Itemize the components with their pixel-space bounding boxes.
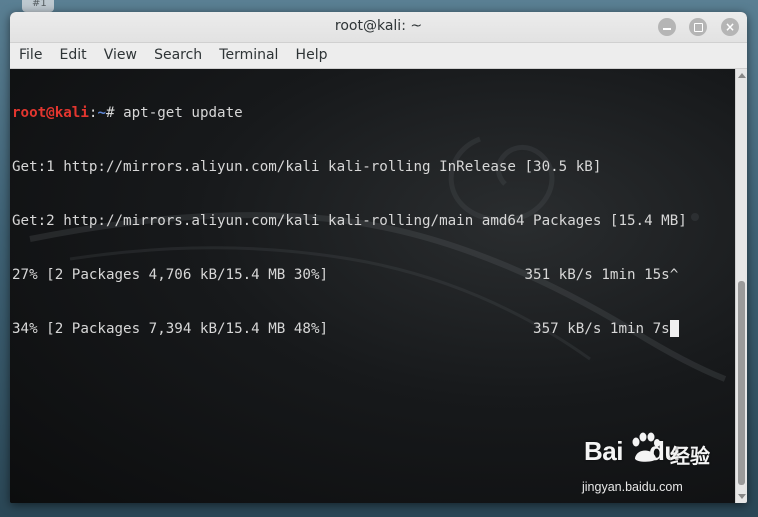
menu-bar: File Edit View Search Terminal Help (10, 43, 747, 69)
prompt-command: apt-get update (123, 105, 243, 121)
watermark-url: jingyan.baidu.com (582, 480, 683, 494)
title-bar[interactable]: root@kali: ~ × (10, 12, 747, 43)
text-cursor (669, 320, 679, 337)
watermark-brand-left: Bai (584, 436, 623, 466)
close-button[interactable]: × (721, 18, 739, 36)
scroll-up-icon[interactable] (738, 73, 746, 78)
output-line-text: 34% [2 Packages 7,394 kB/15.4 MB 48%] 35… (12, 321, 670, 337)
desktop-workspace-tab: #1 (22, 0, 54, 12)
window-title: root@kali: ~ (334, 18, 423, 34)
maximize-icon (693, 22, 703, 32)
baidu-paw-icon (632, 432, 660, 462)
menu-view[interactable]: View (98, 43, 143, 68)
minimize-icon (663, 27, 671, 30)
maximize-button[interactable] (689, 18, 707, 36)
watermark-suffix: 经验 (670, 444, 710, 468)
prompt-line: root@kali:~# apt-get update (12, 104, 687, 122)
vertical-scrollbar[interactable] (735, 69, 747, 503)
terminal-window: root@kali: ~ × File Edit View Search Ter… (10, 12, 747, 503)
minimize-button[interactable] (658, 18, 676, 36)
menu-terminal[interactable]: Terminal (213, 43, 284, 68)
output-line: Get:2 http://mirrors.aliyun.com/kali kal… (12, 213, 687, 229)
prompt-path: ~ (97, 105, 106, 121)
output-line: 27% [2 Packages 4,706 kB/15.4 MB 30%] 35… (12, 267, 679, 283)
terminal-output: root@kali:~# apt-get update Get:1 http:/… (12, 69, 687, 374)
prompt-at: @ (46, 105, 55, 121)
prompt-host: kali (54, 105, 89, 121)
output-line-current: 34% [2 Packages 7,394 kB/15.4 MB 48%] 35… (12, 320, 687, 338)
scrollbar-thumb[interactable] (738, 281, 745, 485)
menu-search[interactable]: Search (148, 43, 208, 68)
baidu-watermark: Bai du 经验 jingyan.baidu.com (582, 432, 722, 496)
menu-help[interactable]: Help (290, 43, 334, 68)
prompt-user: root (12, 105, 47, 121)
menu-edit[interactable]: Edit (54, 43, 93, 68)
menu-file[interactable]: File (13, 43, 48, 68)
output-line: Get:1 http://mirrors.aliyun.com/kali kal… (12, 159, 602, 175)
scroll-down-icon[interactable] (738, 494, 746, 499)
prompt-symbol: # (105, 105, 124, 121)
close-icon: × (724, 20, 736, 34)
